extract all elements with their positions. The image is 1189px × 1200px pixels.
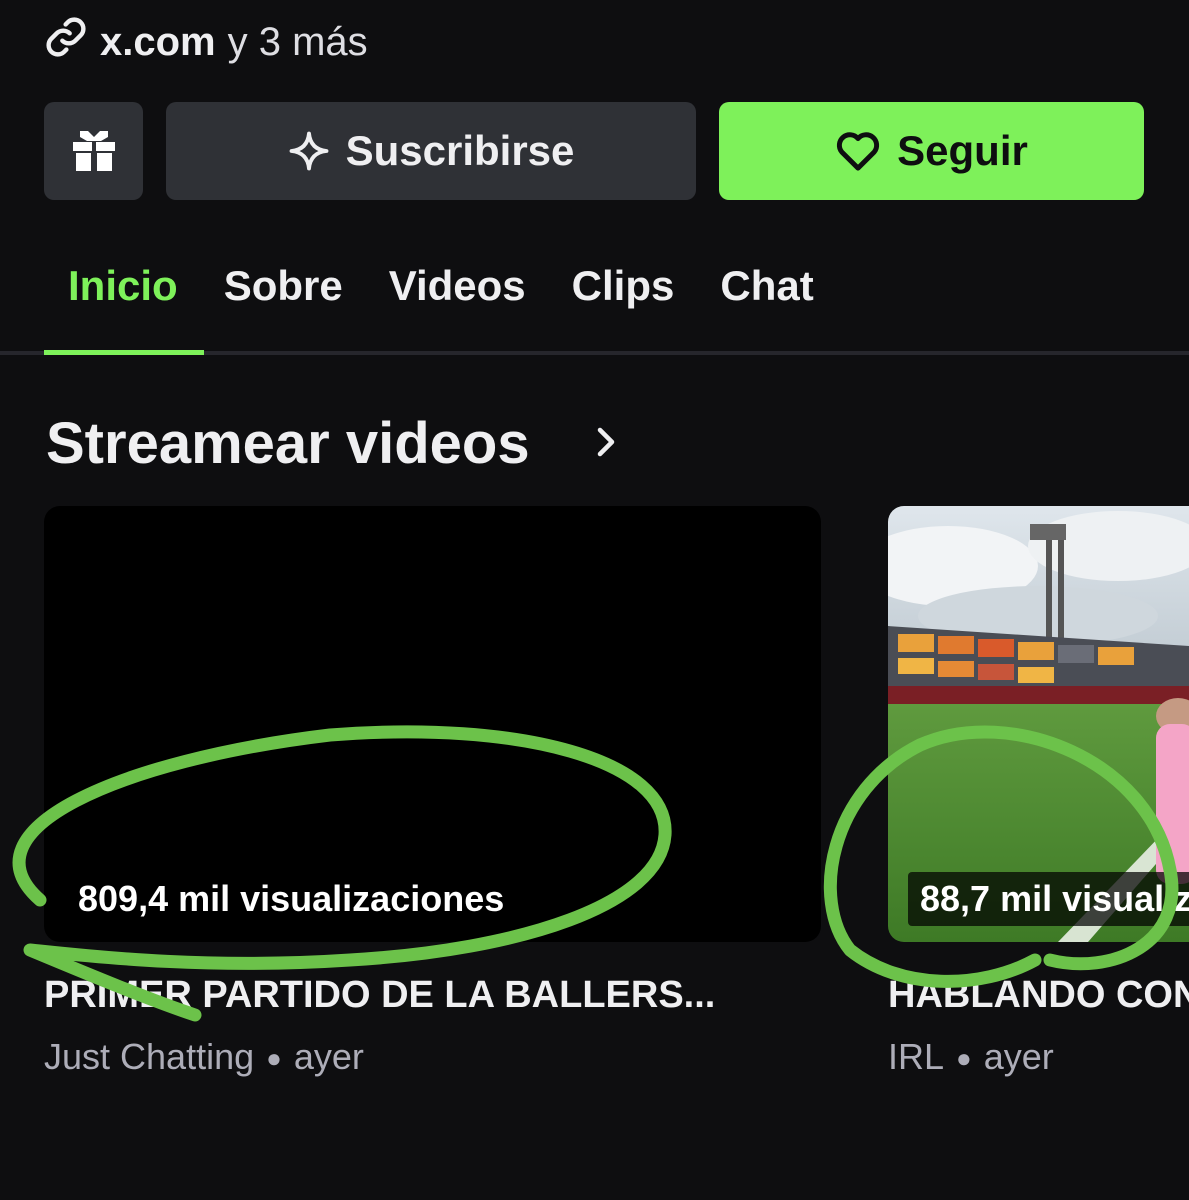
external-links[interactable]: x.com y 3 más bbox=[44, 14, 368, 70]
video-category[interactable]: Just Chatting bbox=[44, 1036, 254, 1080]
heart-icon bbox=[835, 130, 881, 172]
link-more-count: y 3 más bbox=[227, 19, 368, 64]
subscribe-label: Suscribirse bbox=[345, 127, 575, 174]
video-meta: IRL ● ayer bbox=[888, 1036, 1189, 1080]
view-count: 809,4 mil visualizaciones bbox=[66, 872, 517, 926]
tab-sobre[interactable]: Sobre bbox=[224, 262, 343, 318]
video-age: ayer bbox=[983, 1036, 1054, 1077]
tab-videos[interactable]: Videos bbox=[389, 262, 526, 318]
video-meta: Just Chatting ● ayer bbox=[44, 1036, 364, 1080]
link-icon bbox=[44, 15, 88, 69]
separator-dot: ● bbox=[266, 1043, 282, 1073]
video-thumbnail[interactable]: 88,7 mil visualizaciones bbox=[888, 506, 1189, 942]
video-category[interactable]: IRL bbox=[888, 1036, 944, 1080]
follow-label: Seguir bbox=[897, 127, 1028, 174]
subscribe-button[interactable]: Suscribirse bbox=[166, 102, 696, 200]
chevron-right-icon[interactable] bbox=[592, 424, 620, 460]
sparkle-icon bbox=[288, 130, 330, 172]
separator-dot: ● bbox=[956, 1043, 972, 1073]
section-title[interactable]: Streamear videos bbox=[46, 410, 530, 477]
follow-button[interactable]: Seguir bbox=[719, 102, 1144, 200]
tab-clips[interactable]: Clips bbox=[572, 262, 675, 318]
active-tab-indicator bbox=[44, 350, 204, 355]
tab-inicio[interactable]: Inicio bbox=[68, 262, 178, 318]
gift-button[interactable] bbox=[44, 102, 143, 200]
tab-chat[interactable]: Chat bbox=[720, 262, 813, 318]
video-thumbnail[interactable]: 809,4 mil visualizaciones bbox=[44, 506, 821, 942]
video-age: ayer bbox=[293, 1036, 364, 1077]
link-host: x.com bbox=[100, 19, 216, 64]
video-title[interactable]: HABLANDO CON bbox=[888, 974, 1189, 1017]
channel-tabs: Inicio Sobre Videos Clips Chat bbox=[44, 262, 860, 318]
gift-icon bbox=[71, 129, 117, 173]
video-title[interactable]: PRIMER PARTIDO DE LA BALLERS... bbox=[44, 974, 814, 1017]
view-count: 88,7 mil visualizaciones bbox=[908, 872, 1189, 926]
